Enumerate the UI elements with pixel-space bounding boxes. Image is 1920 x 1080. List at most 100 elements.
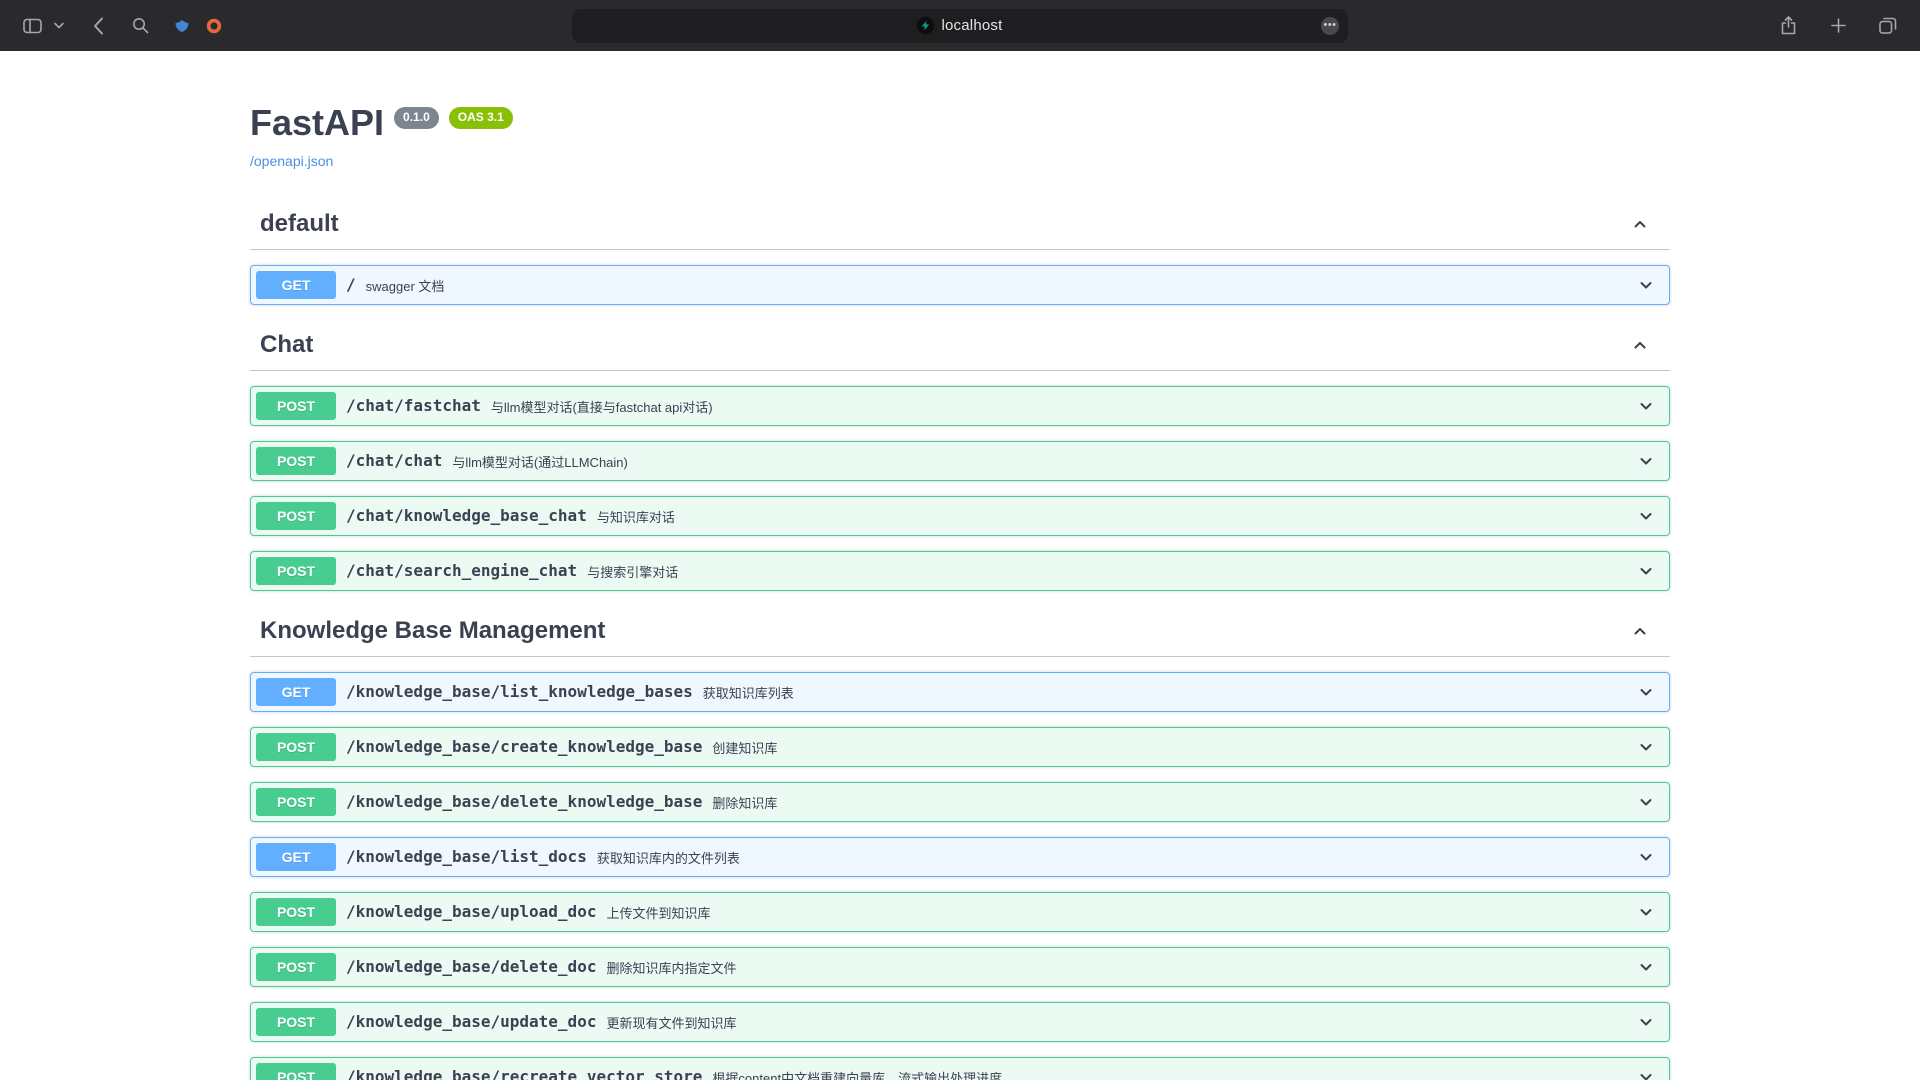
extension-blue-button[interactable] [166,10,198,42]
section-header[interactable]: Knowledge Base Management [250,606,1670,657]
chevron-down-icon [1636,847,1656,867]
section-collapse-button[interactable] [1630,621,1650,641]
operation-expand-button[interactable] [1636,451,1656,471]
operations: GET / swagger 文档 [250,265,1670,305]
chevron-up-icon [1630,335,1650,355]
operation-path: /chat/chat [336,451,452,470]
method-badge: POST [256,1008,336,1036]
operation-expand-button[interactable] [1636,396,1656,416]
operation-expand-button[interactable] [1636,1067,1656,1080]
operation-path: /knowledge_base/delete_knowledge_base [336,792,712,811]
search-button[interactable] [124,10,156,42]
operation-path: /knowledge_base/update_doc [336,1012,606,1031]
operation-expand-button[interactable] [1636,682,1656,702]
operation-expand-button[interactable] [1636,792,1656,812]
method-badge: POST [256,953,336,981]
operation-path: /knowledge_base/list_docs [336,847,597,866]
operation-expand-button[interactable] [1636,737,1656,757]
tag-section: Knowledge Base Management GET /knowledge… [250,606,1670,1080]
method-badge: POST [256,788,336,816]
address-bar[interactable]: localhost ••• [572,9,1348,43]
chevron-down-icon [1636,792,1656,812]
operation-description: 获取知识库列表 [703,681,1636,702]
operation-expand-button[interactable] [1636,1012,1656,1032]
chevron-down-icon [1636,396,1656,416]
operation-row[interactable]: POST /chat/chat 与llm模型对话(通过LLMChain) [250,441,1670,481]
section-title: Knowledge Base Management [260,616,605,646]
section-header[interactable]: Chat [250,320,1670,371]
operation-description: 创建知识库 [712,736,1636,757]
method-badge: POST [256,502,336,530]
operation-row[interactable]: POST /knowledge_base/delete_knowledge_ba… [250,782,1670,822]
operation-expand-button[interactable] [1636,847,1656,867]
method-badge: GET [256,678,336,706]
oas-badge: OAS 3.1 [449,107,513,129]
operation-row[interactable]: GET / swagger 文档 [250,265,1670,305]
method-badge: GET [256,843,336,871]
back-arrow-icon [93,17,104,35]
operation-expand-button[interactable] [1636,902,1656,922]
operation-row[interactable]: GET /knowledge_base/list_knowledge_bases… [250,672,1670,712]
chevron-down-icon [1636,902,1656,922]
chevron-down-icon [1636,682,1656,702]
chevron-down-icon [54,22,64,29]
content-wrapper: FastAPI 0.1.0 OAS 3.1 /openapi.json defa… [230,51,1690,1080]
operation-description: 与搜索引擎对话 [587,560,1636,581]
section-title: Chat [260,330,313,360]
operation-path: /knowledge_base/recreate_vector_store [336,1067,712,1080]
openapi-spec-link[interactable]: /openapi.json [250,153,333,169]
page-menu-button[interactable]: ••• [1321,17,1339,35]
sidebar-toggle-button[interactable] [16,10,48,42]
tag-section: Chat POST /chat/fastchat 与llm模型对话(直接与fas… [250,320,1670,591]
operation-description: 与llm模型对话(通过LLMChain) [452,450,1636,471]
api-title-row: FastAPI 0.1.0 OAS 3.1 [250,103,1670,143]
method-badge: POST [256,392,336,420]
method-badge: POST [256,898,336,926]
operation-expand-button[interactable] [1636,275,1656,295]
tab-overview-button[interactable] [1872,10,1904,42]
operation-path: /knowledge_base/delete_doc [336,957,606,976]
chevron-down-icon [1636,1012,1656,1032]
operation-path: /chat/fastchat [336,396,491,415]
operation-expand-button[interactable] [1636,506,1656,526]
operation-row[interactable]: POST /chat/knowledge_base_chat 与知识库对话 [250,496,1670,536]
operation-row[interactable]: POST /knowledge_base/delete_doc 删除知识库内指定… [250,947,1670,987]
operation-description: 上传文件到知识库 [606,901,1636,922]
extension-blue-icon [174,18,190,34]
share-button[interactable] [1772,10,1804,42]
new-tab-button[interactable] [1822,10,1854,42]
operation-row[interactable]: POST /chat/fastchat 与llm模型对话(直接与fastchat… [250,386,1670,426]
chevron-up-icon [1630,214,1650,234]
toolbar-left-group [16,10,230,42]
section-collapse-button[interactable] [1630,335,1650,355]
chevron-down-icon [1636,561,1656,581]
extension-orange-button[interactable] [198,10,230,42]
operation-row[interactable]: POST /knowledge_base/recreate_vector_sto… [250,1057,1670,1080]
operation-description: 与知识库对话 [597,505,1636,526]
plus-icon [1831,18,1846,33]
operation-expand-button[interactable] [1636,957,1656,977]
operation-row[interactable]: POST /knowledge_base/create_knowledge_ba… [250,727,1670,767]
chevron-down-icon [1636,737,1656,757]
operation-row[interactable]: POST /chat/search_engine_chat 与搜索引擎对话 [250,551,1670,591]
operation-expand-button[interactable] [1636,561,1656,581]
operation-path: /knowledge_base/create_knowledge_base [336,737,712,756]
operations: POST /chat/fastchat 与llm模型对话(直接与fastchat… [250,386,1670,591]
section-collapse-button[interactable] [1630,214,1650,234]
chevron-down-icon [1636,451,1656,471]
sidebar-icon [23,18,42,34]
operation-row[interactable]: POST /knowledge_base/upload_doc 上传文件到知识库 [250,892,1670,932]
site-favicon-icon [917,17,934,34]
version-badge: 0.1.0 [394,107,439,129]
operation-row[interactable]: GET /knowledge_base/list_docs 获取知识库内的文件列… [250,837,1670,877]
operation-path: /chat/knowledge_base_chat [336,506,597,525]
chevron-down-icon [1636,1067,1656,1080]
chevron-up-icon [1630,621,1650,641]
back-button[interactable] [82,10,114,42]
operation-description: 根据content中文档重建向量库，流式输出处理进度。 [712,1066,1636,1080]
sidebar-menu-chevron-button[interactable] [50,10,68,42]
operation-row[interactable]: POST /knowledge_base/update_doc 更新现有文件到知… [250,1002,1670,1042]
section-header[interactable]: default [250,199,1670,250]
swagger-page: FastAPI 0.1.0 OAS 3.1 /openapi.json defa… [0,51,1920,1080]
api-info: FastAPI 0.1.0 OAS 3.1 /openapi.json [250,51,1670,199]
